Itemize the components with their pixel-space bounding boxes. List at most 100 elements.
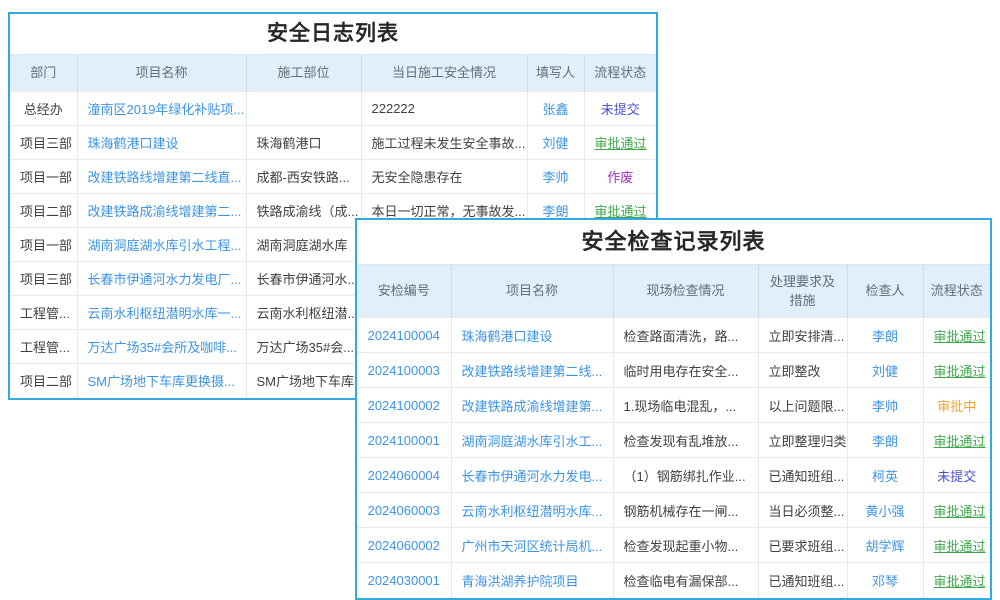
project-link[interactable]: 长春市伊通河水力发电... [451, 458, 613, 493]
inspector-link[interactable]: 李朗 [847, 423, 923, 458]
project-link[interactable]: 改建铁路成渝线增建第... [451, 388, 613, 423]
column-header-requirement: 处理要求及措施 [758, 265, 847, 318]
inspector-link[interactable]: 刘健 [847, 353, 923, 388]
column-header-no: 安检编号 [357, 265, 451, 318]
record-no-link[interactable]: 2024100002 [357, 388, 451, 423]
table-row: 总经办潼南区2019年绿化补贴项...222222张鑫未提交 [10, 92, 656, 126]
inspection-record-header-row: 安检编号项目名称现场检查情况处理要求及措施检查人流程状态 [357, 265, 990, 318]
record-no-link[interactable]: 2024100003 [357, 353, 451, 388]
inspection-cell: 钢筋机械存在一闸... [613, 493, 758, 528]
table-row: 2024060002广州市天河区统计局机...检查发现起重小物...已要求班组.… [357, 528, 990, 563]
part-cell: 湖南洞庭湖水库 [246, 228, 361, 262]
column-header-project: 项目名称 [451, 265, 613, 318]
inspection-cell: 检查路面清洗，路... [613, 318, 758, 353]
status-badge[interactable]: 审批通过 [923, 318, 990, 353]
project-link[interactable]: 改建铁路成渝线增建第二... [77, 194, 246, 228]
project-link[interactable]: 长春市伊通河水力发电厂... [77, 262, 246, 296]
inspector-link[interactable]: 胡学辉 [847, 528, 923, 563]
dept-cell: 项目一部 [10, 160, 77, 194]
inspection-cell: 检查临电有漏保部... [613, 563, 758, 598]
part-cell: 珠海鹤港口 [246, 126, 361, 160]
record-no-link[interactable]: 2024060002 [357, 528, 451, 563]
situation-cell: 施工过程未发生安全事故... [361, 126, 527, 160]
writer-link[interactable]: 刘健 [527, 126, 584, 160]
column-header-status: 流程状态 [584, 55, 656, 92]
project-link[interactable]: 改建铁路线增建第二线直... [77, 160, 246, 194]
inspection-record-title: 安全检查记录列表 [357, 220, 990, 264]
status-badge[interactable]: 审批通过 [923, 563, 990, 598]
part-cell: 长春市伊通河水... [246, 262, 361, 296]
table-row: 2024060004长春市伊通河水力发电...（1）钢筋绑扎作业...已通知班组… [357, 458, 990, 493]
project-link[interactable]: 湖南洞庭湖水库引水工程... [77, 228, 246, 262]
status-badge: 审批中 [923, 388, 990, 423]
project-link[interactable]: 改建铁路线增建第二线... [451, 353, 613, 388]
project-link[interactable]: 云南水利枢纽潜明水库一... [77, 296, 246, 330]
project-link[interactable]: 珠海鹤港口建设 [77, 126, 246, 160]
table-row: 2024100002改建铁路成渝线增建第...1.现场临电混乱，...以上问题限… [357, 388, 990, 423]
status-badge[interactable]: 审批通过 [584, 126, 656, 160]
requirement-cell: 立即安排清... [758, 318, 847, 353]
dept-cell: 项目三部 [10, 126, 77, 160]
project-link[interactable]: 珠海鹤港口建设 [451, 318, 613, 353]
column-header-writer: 填写人 [527, 55, 584, 92]
status-badge[interactable]: 审批通过 [923, 528, 990, 563]
inspector-link[interactable]: 李朗 [847, 318, 923, 353]
inspector-link[interactable]: 柯英 [847, 458, 923, 493]
table-row: 2024060003云南水利枢纽潜明水库...钢筋机械存在一闸...当日必须整.… [357, 493, 990, 528]
table-row: 2024030001青海洪湖养护院项目检查临电有漏保部...已通知班组...邓琴… [357, 563, 990, 598]
requirement-cell: 立即整改 [758, 353, 847, 388]
dept-cell: 项目二部 [10, 194, 77, 228]
column-header-situation: 当日施工安全情况 [361, 55, 527, 92]
dept-cell: 工程管... [10, 296, 77, 330]
inspector-link[interactable]: 黄小强 [847, 493, 923, 528]
status-badge[interactable]: 审批通过 [923, 423, 990, 458]
safety-log-title: 安全日志列表 [10, 14, 656, 54]
table-row: 2024100004珠海鹤港口建设检查路面清洗，路...立即安排清...李朗审批… [357, 318, 990, 353]
status-badge: 未提交 [584, 92, 656, 126]
part-cell: SM广场地下车库 [246, 364, 361, 398]
inspector-link[interactable]: 邓琴 [847, 563, 923, 598]
status-badge[interactable]: 审批通过 [923, 353, 990, 388]
inspection-cell: 1.现场临电混乱，... [613, 388, 758, 423]
record-no-link[interactable]: 2024100004 [357, 318, 451, 353]
project-link[interactable]: 青海洪湖养护院项目 [451, 563, 613, 598]
record-no-link[interactable]: 2024100001 [357, 423, 451, 458]
inspection-cell: 检查发现有乱堆放... [613, 423, 758, 458]
inspector-link[interactable]: 李帅 [847, 388, 923, 423]
table-row: 2024100003改建铁路线增建第二线...临时用电存在安全...立即整改刘健… [357, 353, 990, 388]
project-link[interactable]: 万达广场35#会所及咖啡... [77, 330, 246, 364]
inspection-cell: 临时用电存在安全... [613, 353, 758, 388]
status-badge: 未提交 [923, 458, 990, 493]
part-cell: 万达广场35#会... [246, 330, 361, 364]
project-link[interactable]: 潼南区2019年绿化补贴项... [77, 92, 246, 126]
part-cell [246, 92, 361, 126]
inspection-record-panel: 安全检查记录列表 安检编号项目名称现场检查情况处理要求及措施检查人流程状态 20… [355, 218, 992, 600]
record-no-link[interactable]: 2024060004 [357, 458, 451, 493]
safety-log-header-row: 部门项目名称施工部位当日施工安全情况填写人流程状态 [10, 55, 656, 92]
part-cell: 云南水利枢纽潜... [246, 296, 361, 330]
column-header-dept: 部门 [10, 55, 77, 92]
requirement-cell: 已通知班组... [758, 563, 847, 598]
table-row: 2024100001湖南洞庭湖水库引水工...检查发现有乱堆放...立即整理归类… [357, 423, 990, 458]
requirement-cell: 立即整理归类 [758, 423, 847, 458]
writer-link[interactable]: 张鑫 [527, 92, 584, 126]
column-header-status: 流程状态 [923, 265, 990, 318]
part-cell: 铁路成渝线（成... [246, 194, 361, 228]
project-link[interactable]: 云南水利枢纽潜明水库... [451, 493, 613, 528]
part-cell: 成都-西安铁路... [246, 160, 361, 194]
column-header-inspection: 现场检查情况 [613, 265, 758, 318]
status-badge[interactable]: 审批通过 [923, 493, 990, 528]
record-no-link[interactable]: 2024030001 [357, 563, 451, 598]
requirement-cell: 已通知班组... [758, 458, 847, 493]
record-no-link[interactable]: 2024060003 [357, 493, 451, 528]
inspection-record-table: 安检编号项目名称现场检查情况处理要求及措施检查人流程状态 2024100004珠… [357, 264, 990, 598]
column-header-inspector: 检查人 [847, 265, 923, 318]
table-row: 项目一部改建铁路线增建第二线直...成都-西安铁路...无安全隐患存在李帅作废 [10, 160, 656, 194]
writer-link[interactable]: 李帅 [527, 160, 584, 194]
status-badge: 作废 [584, 160, 656, 194]
project-link[interactable]: 湖南洞庭湖水库引水工... [451, 423, 613, 458]
situation-cell: 无安全隐患存在 [361, 160, 527, 194]
project-link[interactable]: SM广场地下车库更换摄... [77, 364, 246, 398]
dept-cell: 总经办 [10, 92, 77, 126]
project-link[interactable]: 广州市天河区统计局机... [451, 528, 613, 563]
